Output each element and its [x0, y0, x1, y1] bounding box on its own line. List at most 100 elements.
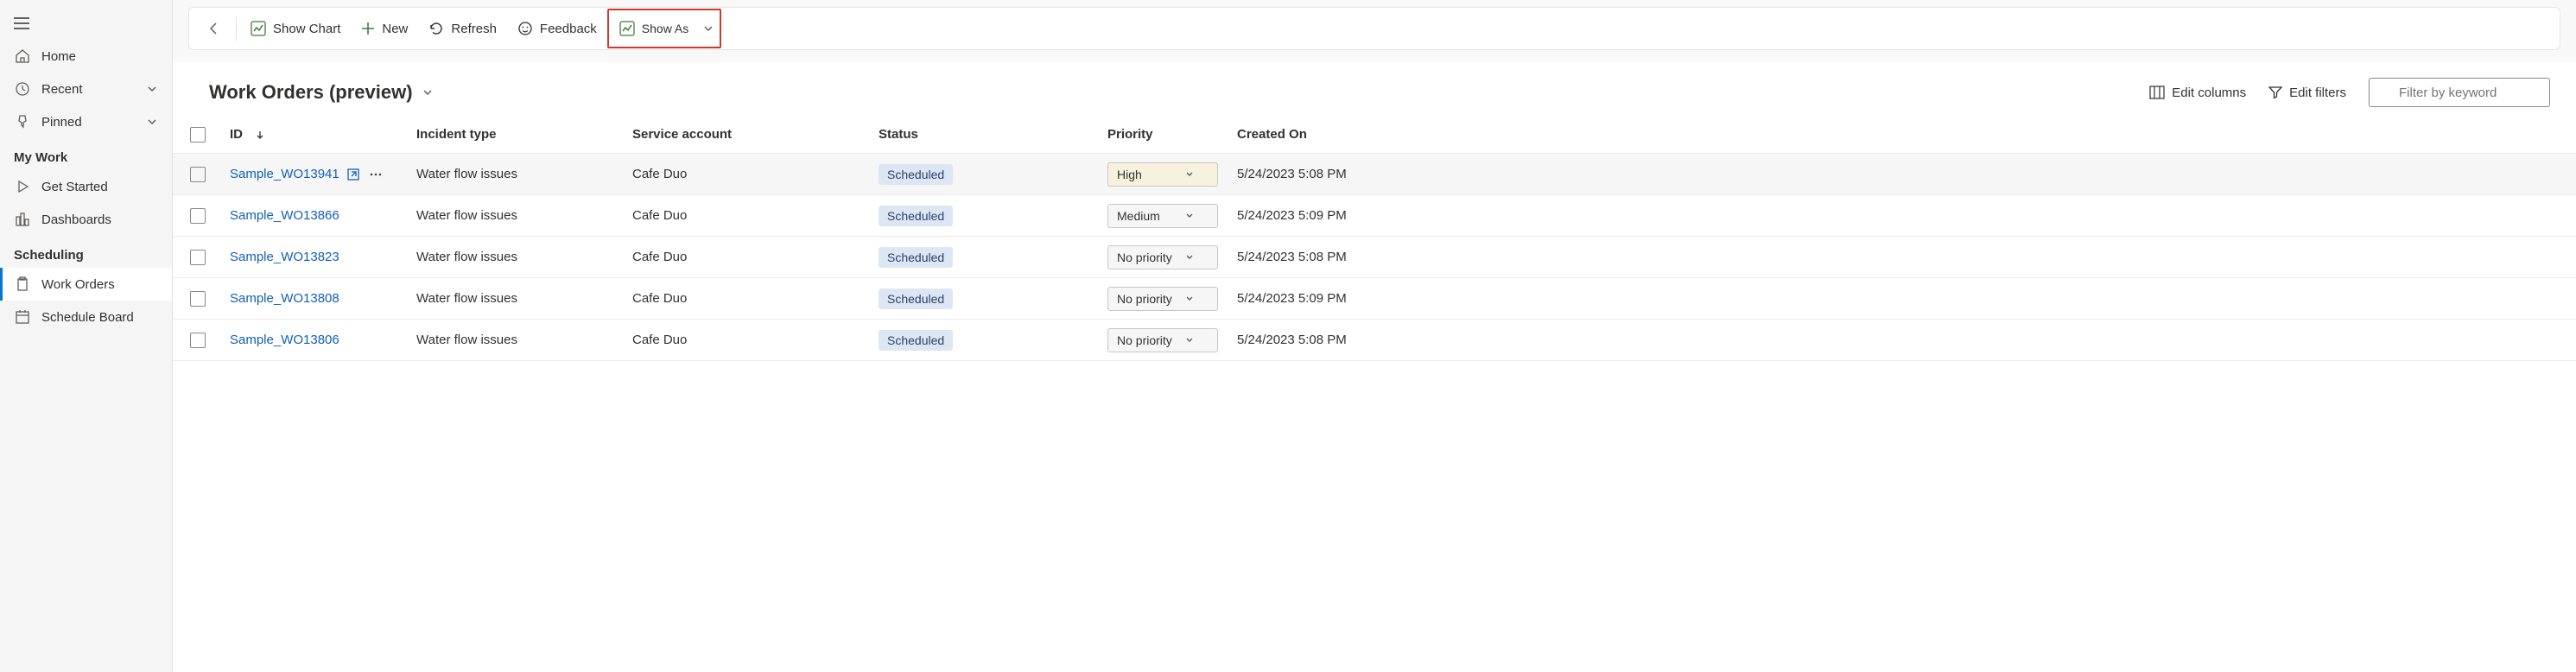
table-header-row: ID Incident type Service account Status …: [173, 116, 2576, 154]
calendar-icon: [14, 308, 31, 326]
service-account-cell: Cafe Duo: [632, 250, 879, 264]
refresh-label: Refresh: [451, 22, 497, 36]
priority-select[interactable]: High: [1107, 162, 1218, 187]
back-button[interactable]: [196, 16, 232, 41]
row-checkbox[interactable]: [190, 333, 206, 348]
command-divider: [236, 16, 237, 41]
view-title-text: Work Orders (preview): [209, 81, 413, 104]
created-on-cell: 5/24/2023 5:08 PM: [1237, 167, 2566, 181]
chevron-down-icon: [1184, 335, 1195, 346]
edit-filters-label: Edit filters: [2289, 86, 2346, 100]
pin-icon: [14, 113, 31, 130]
nav-item-dashboards[interactable]: Dashboards: [0, 203, 172, 236]
hamburger-icon: [14, 17, 29, 29]
row-checkbox[interactable]: [190, 167, 206, 182]
chevron-down-icon: [702, 22, 714, 35]
refresh-button[interactable]: Refresh: [418, 16, 507, 41]
column-header-id[interactable]: ID: [230, 127, 416, 142]
status-badge: Scheduled: [879, 206, 953, 226]
incident-type-cell: Water flow issues: [416, 167, 632, 181]
nav-item-schedule-board[interactable]: Schedule Board: [0, 301, 172, 333]
nav-item-pinned[interactable]: Pinned: [0, 105, 172, 138]
open-record-icon[interactable]: [346, 168, 360, 181]
nav-item-label: Schedule Board: [41, 310, 134, 325]
column-header-created-label: Created On: [1237, 127, 1307, 142]
status-badge: Scheduled: [879, 247, 953, 268]
work-orders-table: ID Incident type Service account Status …: [173, 116, 2576, 672]
nav-item-recent[interactable]: Recent: [0, 73, 172, 105]
service-account-cell: Cafe Duo: [632, 208, 879, 223]
nav-item-home[interactable]: Home: [0, 40, 172, 73]
sort-descending-icon: [255, 130, 265, 140]
new-button[interactable]: New: [351, 16, 418, 41]
show-chart-label: Show Chart: [273, 22, 340, 36]
column-header-status[interactable]: Status: [879, 127, 1107, 142]
priority-select[interactable]: No priority: [1107, 245, 1218, 269]
priority-select[interactable]: Medium: [1107, 204, 1218, 228]
grid-icon: [14, 211, 31, 228]
filter-icon: [2268, 86, 2282, 99]
work-order-id-link[interactable]: Sample_WO13941: [230, 167, 339, 181]
nav-item-label: Dashboards: [41, 212, 111, 227]
nav-item-label: Home: [41, 49, 76, 64]
table-row[interactable]: Sample_WO13823Water flow issuesCafe DuoS…: [173, 237, 2576, 278]
view-title-dropdown[interactable]: Work Orders (preview): [209, 81, 434, 104]
command-bar: Show Chart New Refresh Feedback Show As: [188, 7, 2560, 50]
column-header-incident[interactable]: Incident type: [416, 127, 632, 142]
work-order-id-link[interactable]: Sample_WO13808: [230, 291, 339, 306]
status-badge: Scheduled: [879, 288, 953, 309]
column-header-id-label: ID: [230, 127, 243, 142]
priority-select[interactable]: No priority: [1107, 328, 1218, 352]
table-row[interactable]: Sample_WO13866Water flow issuesCafe DuoS…: [173, 195, 2576, 237]
work-order-id-link[interactable]: Sample_WO13866: [230, 208, 339, 223]
select-all-checkbox[interactable]: [190, 127, 206, 143]
chevron-down-icon: [146, 83, 158, 95]
nav-item-label: Work Orders: [41, 277, 115, 292]
play-icon: [14, 178, 31, 195]
filter-keyword-input[interactable]: [2369, 78, 2550, 107]
column-header-service[interactable]: Service account: [632, 127, 879, 142]
table-row[interactable]: Sample_WO13941Water flow issuesCafe DuoS…: [173, 154, 2576, 195]
column-header-created[interactable]: Created On: [1237, 127, 2566, 142]
main-content: Show Chart New Refresh Feedback Show As: [173, 0, 2576, 672]
row-checkbox[interactable]: [190, 250, 206, 265]
work-order-id-link[interactable]: Sample_WO13823: [230, 250, 339, 264]
show-as-button-highlighted[interactable]: Show As: [607, 9, 721, 48]
refresh-icon: [428, 21, 444, 36]
work-order-id-link[interactable]: Sample_WO13806: [230, 333, 339, 347]
more-actions-icon[interactable]: [369, 168, 383, 181]
created-on-cell: 5/24/2023 5:09 PM: [1237, 291, 2566, 306]
feedback-icon: [517, 21, 533, 36]
table-row[interactable]: Sample_WO13808Water flow issuesCafe DuoS…: [173, 278, 2576, 320]
clipboard-icon: [14, 276, 31, 293]
clock-icon: [14, 80, 31, 98]
edit-columns-button[interactable]: Edit columns: [2149, 86, 2246, 100]
incident-type-cell: Water flow issues: [416, 333, 632, 347]
columns-icon: [2149, 86, 2165, 99]
priority-value: No priority: [1117, 333, 1172, 347]
chart-icon: [251, 21, 266, 36]
service-account-cell: Cafe Duo: [632, 333, 879, 347]
show-chart-button[interactable]: Show Chart: [240, 16, 351, 41]
chevron-down-icon: [422, 86, 434, 98]
priority-select[interactable]: No priority: [1107, 287, 1218, 311]
plus-icon: [361, 22, 375, 35]
table-row[interactable]: Sample_WO13806Water flow issuesCafe DuoS…: [173, 320, 2576, 361]
show-as-label: Show As: [642, 22, 688, 35]
column-header-priority[interactable]: Priority: [1107, 127, 1237, 142]
column-header-service-label: Service account: [632, 127, 732, 142]
status-badge: Scheduled: [879, 164, 953, 185]
nav-item-get-started[interactable]: Get Started: [0, 170, 172, 203]
home-icon: [14, 48, 31, 65]
chevron-down-icon: [1184, 169, 1195, 180]
priority-value: No priority: [1117, 250, 1172, 264]
row-checkbox[interactable]: [190, 208, 206, 224]
row-checkbox[interactable]: [190, 291, 206, 307]
edit-filters-button[interactable]: Edit filters: [2268, 86, 2346, 100]
feedback-button[interactable]: Feedback: [507, 16, 607, 41]
nav-item-work-orders[interactable]: Work Orders: [0, 268, 172, 301]
created-on-cell: 5/24/2023 5:09 PM: [1237, 208, 2566, 223]
hamburger-menu[interactable]: [0, 7, 172, 40]
nav-item-label: Recent: [41, 82, 83, 97]
nav-group-scheduling: Scheduling: [0, 236, 172, 268]
